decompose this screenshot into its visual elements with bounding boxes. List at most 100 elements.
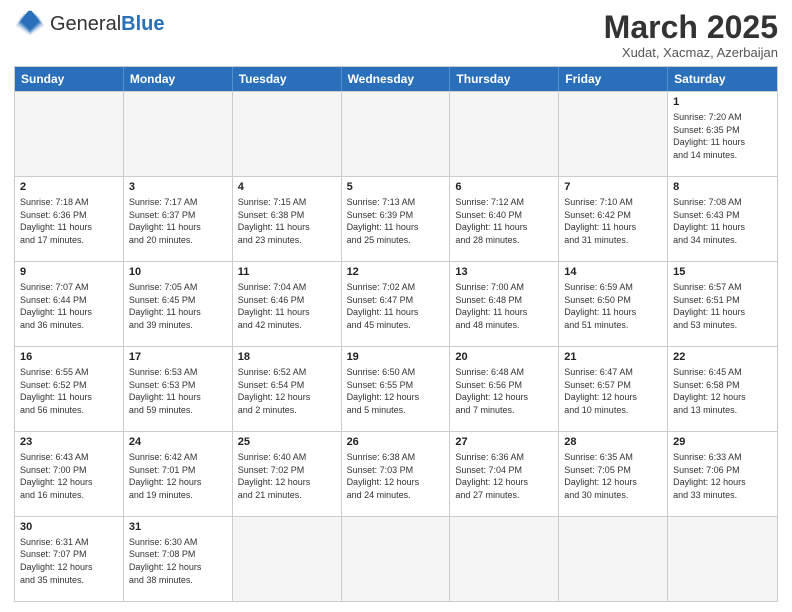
header-day-wednesday: Wednesday bbox=[342, 67, 451, 91]
day-number: 22 bbox=[673, 350, 772, 365]
calendar-cell: 22Sunrise: 6:45 AM Sunset: 6:58 PM Dayli… bbox=[668, 347, 777, 431]
calendar-cell: 20Sunrise: 6:48 AM Sunset: 6:56 PM Dayli… bbox=[450, 347, 559, 431]
calendar-cell bbox=[342, 92, 451, 176]
day-number: 9 bbox=[20, 265, 118, 280]
calendar-row-1: 2Sunrise: 7:18 AM Sunset: 6:36 PM Daylig… bbox=[15, 176, 777, 261]
day-info: Sunrise: 7:20 AM Sunset: 6:35 PM Dayligh… bbox=[673, 111, 772, 161]
day-info: Sunrise: 7:04 AM Sunset: 6:46 PM Dayligh… bbox=[238, 281, 336, 331]
day-info: Sunrise: 7:08 AM Sunset: 6:43 PM Dayligh… bbox=[673, 196, 772, 246]
calendar-cell: 17Sunrise: 6:53 AM Sunset: 6:53 PM Dayli… bbox=[124, 347, 233, 431]
calendar-cell: 29Sunrise: 6:33 AM Sunset: 7:06 PM Dayli… bbox=[668, 432, 777, 516]
subtitle: Xudat, Xacmaz, Azerbaijan bbox=[604, 45, 778, 60]
calendar-cell: 28Sunrise: 6:35 AM Sunset: 7:05 PM Dayli… bbox=[559, 432, 668, 516]
title-block: March 2025 Xudat, Xacmaz, Azerbaijan bbox=[604, 10, 778, 60]
calendar-cell: 1Sunrise: 7:20 AM Sunset: 6:35 PM Daylig… bbox=[668, 92, 777, 176]
day-number: 12 bbox=[347, 265, 445, 280]
calendar-cell: 13Sunrise: 7:00 AM Sunset: 6:48 PM Dayli… bbox=[450, 262, 559, 346]
day-info: Sunrise: 6:53 AM Sunset: 6:53 PM Dayligh… bbox=[129, 366, 227, 416]
calendar-cell: 11Sunrise: 7:04 AM Sunset: 6:46 PM Dayli… bbox=[233, 262, 342, 346]
calendar-cell: 7Sunrise: 7:10 AM Sunset: 6:42 PM Daylig… bbox=[559, 177, 668, 261]
day-info: Sunrise: 6:55 AM Sunset: 6:52 PM Dayligh… bbox=[20, 366, 118, 416]
day-info: Sunrise: 6:30 AM Sunset: 7:08 PM Dayligh… bbox=[129, 536, 227, 586]
day-number: 13 bbox=[455, 265, 553, 280]
calendar-cell: 4Sunrise: 7:15 AM Sunset: 6:38 PM Daylig… bbox=[233, 177, 342, 261]
day-number: 24 bbox=[129, 435, 227, 450]
day-info: Sunrise: 6:45 AM Sunset: 6:58 PM Dayligh… bbox=[673, 366, 772, 416]
calendar-row-3: 16Sunrise: 6:55 AM Sunset: 6:52 PM Dayli… bbox=[15, 346, 777, 431]
day-number: 23 bbox=[20, 435, 118, 450]
day-number: 1 bbox=[673, 95, 772, 110]
day-info: Sunrise: 7:18 AM Sunset: 6:36 PM Dayligh… bbox=[20, 196, 118, 246]
day-info: Sunrise: 7:00 AM Sunset: 6:48 PM Dayligh… bbox=[455, 281, 553, 331]
day-info: Sunrise: 6:57 AM Sunset: 6:51 PM Dayligh… bbox=[673, 281, 772, 331]
calendar-cell: 19Sunrise: 6:50 AM Sunset: 6:55 PM Dayli… bbox=[342, 347, 451, 431]
calendar-row-4: 23Sunrise: 6:43 AM Sunset: 7:00 PM Dayli… bbox=[15, 431, 777, 516]
day-info: Sunrise: 6:47 AM Sunset: 6:57 PM Dayligh… bbox=[564, 366, 662, 416]
day-info: Sunrise: 6:42 AM Sunset: 7:01 PM Dayligh… bbox=[129, 451, 227, 501]
calendar-cell: 25Sunrise: 6:40 AM Sunset: 7:02 PM Dayli… bbox=[233, 432, 342, 516]
calendar-cell: 30Sunrise: 6:31 AM Sunset: 7:07 PM Dayli… bbox=[15, 517, 124, 601]
day-info: Sunrise: 7:02 AM Sunset: 6:47 PM Dayligh… bbox=[347, 281, 445, 331]
calendar-cell bbox=[342, 517, 451, 601]
day-number: 20 bbox=[455, 350, 553, 365]
day-number: 29 bbox=[673, 435, 772, 450]
day-info: Sunrise: 7:07 AM Sunset: 6:44 PM Dayligh… bbox=[20, 281, 118, 331]
day-info: Sunrise: 7:05 AM Sunset: 6:45 PM Dayligh… bbox=[129, 281, 227, 331]
calendar-cell bbox=[233, 92, 342, 176]
day-info: Sunrise: 7:13 AM Sunset: 6:39 PM Dayligh… bbox=[347, 196, 445, 246]
day-info: Sunrise: 6:48 AM Sunset: 6:56 PM Dayligh… bbox=[455, 366, 553, 416]
calendar-cell bbox=[124, 92, 233, 176]
day-info: Sunrise: 6:35 AM Sunset: 7:05 PM Dayligh… bbox=[564, 451, 662, 501]
logo-text: GeneralBlue bbox=[50, 13, 165, 36]
day-number: 2 bbox=[20, 180, 118, 195]
day-number: 3 bbox=[129, 180, 227, 195]
calendar-cell: 10Sunrise: 7:05 AM Sunset: 6:45 PM Dayli… bbox=[124, 262, 233, 346]
calendar-cell: 5Sunrise: 7:13 AM Sunset: 6:39 PM Daylig… bbox=[342, 177, 451, 261]
day-number: 8 bbox=[673, 180, 772, 195]
day-number: 27 bbox=[455, 435, 553, 450]
calendar-cell bbox=[233, 517, 342, 601]
day-info: Sunrise: 6:40 AM Sunset: 7:02 PM Dayligh… bbox=[238, 451, 336, 501]
logo: GeneralBlue bbox=[14, 10, 165, 38]
calendar-cell: 3Sunrise: 7:17 AM Sunset: 6:37 PM Daylig… bbox=[124, 177, 233, 261]
day-info: Sunrise: 7:10 AM Sunset: 6:42 PM Dayligh… bbox=[564, 196, 662, 246]
day-info: Sunrise: 7:12 AM Sunset: 6:40 PM Dayligh… bbox=[455, 196, 553, 246]
calendar-cell bbox=[668, 517, 777, 601]
calendar-cell bbox=[559, 517, 668, 601]
calendar-cell bbox=[450, 92, 559, 176]
calendar-cell: 27Sunrise: 6:36 AM Sunset: 7:04 PM Dayli… bbox=[450, 432, 559, 516]
calendar-cell: 2Sunrise: 7:18 AM Sunset: 6:36 PM Daylig… bbox=[15, 177, 124, 261]
header: GeneralBlue March 2025 Xudat, Xacmaz, Az… bbox=[14, 10, 778, 60]
day-number: 26 bbox=[347, 435, 445, 450]
day-info: Sunrise: 6:43 AM Sunset: 7:00 PM Dayligh… bbox=[20, 451, 118, 501]
calendar-cell bbox=[15, 92, 124, 176]
day-number: 30 bbox=[20, 520, 118, 535]
day-number: 11 bbox=[238, 265, 336, 280]
header-day-tuesday: Tuesday bbox=[233, 67, 342, 91]
day-info: Sunrise: 6:52 AM Sunset: 6:54 PM Dayligh… bbox=[238, 366, 336, 416]
day-number: 10 bbox=[129, 265, 227, 280]
calendar-header: SundayMondayTuesdayWednesdayThursdayFrid… bbox=[15, 67, 777, 91]
calendar-cell bbox=[450, 517, 559, 601]
header-day-sunday: Sunday bbox=[15, 67, 124, 91]
calendar-cell: 23Sunrise: 6:43 AM Sunset: 7:00 PM Dayli… bbox=[15, 432, 124, 516]
calendar-cell: 12Sunrise: 7:02 AM Sunset: 6:47 PM Dayli… bbox=[342, 262, 451, 346]
header-day-saturday: Saturday bbox=[668, 67, 777, 91]
day-number: 18 bbox=[238, 350, 336, 365]
calendar-row-2: 9Sunrise: 7:07 AM Sunset: 6:44 PM Daylig… bbox=[15, 261, 777, 346]
calendar-cell: 24Sunrise: 6:42 AM Sunset: 7:01 PM Dayli… bbox=[124, 432, 233, 516]
calendar-cell: 31Sunrise: 6:30 AM Sunset: 7:08 PM Dayli… bbox=[124, 517, 233, 601]
day-info: Sunrise: 6:50 AM Sunset: 6:55 PM Dayligh… bbox=[347, 366, 445, 416]
calendar-cell: 15Sunrise: 6:57 AM Sunset: 6:51 PM Dayli… bbox=[668, 262, 777, 346]
calendar-cell: 14Sunrise: 6:59 AM Sunset: 6:50 PM Dayli… bbox=[559, 262, 668, 346]
day-info: Sunrise: 6:31 AM Sunset: 7:07 PM Dayligh… bbox=[20, 536, 118, 586]
calendar-cell: 16Sunrise: 6:55 AM Sunset: 6:52 PM Dayli… bbox=[15, 347, 124, 431]
day-info: Sunrise: 7:17 AM Sunset: 6:37 PM Dayligh… bbox=[129, 196, 227, 246]
calendar-row-5: 30Sunrise: 6:31 AM Sunset: 7:07 PM Dayli… bbox=[15, 516, 777, 601]
header-day-friday: Friday bbox=[559, 67, 668, 91]
day-info: Sunrise: 6:33 AM Sunset: 7:06 PM Dayligh… bbox=[673, 451, 772, 501]
header-day-thursday: Thursday bbox=[450, 67, 559, 91]
day-number: 31 bbox=[129, 520, 227, 535]
day-number: 28 bbox=[564, 435, 662, 450]
day-number: 19 bbox=[347, 350, 445, 365]
